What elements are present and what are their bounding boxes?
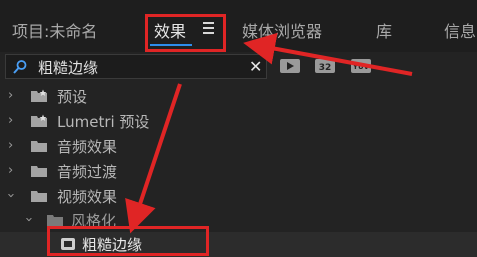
svg-text:32: 32 bbox=[319, 63, 332, 73]
tree-item-label: 风格化 bbox=[71, 212, 117, 230]
tree-item-lumetri-presets[interactable]: › Lumetri 预设 bbox=[0, 109, 477, 134]
folder-icon bbox=[31, 141, 47, 152]
tree-item-label: 音频过渡 bbox=[57, 163, 118, 181]
tree-item-label: 粗糙边缘 bbox=[82, 236, 143, 254]
search-row: 粗糙边缘 ✕ bbox=[0, 52, 477, 82]
folder-icon bbox=[31, 166, 47, 177]
tree-item-video-effects[interactable]: › 视频效果 bbox=[0, 184, 477, 209]
active-tab-indicator bbox=[150, 44, 192, 46]
folder-icon bbox=[47, 215, 63, 226]
clear-search-icon[interactable]: ✕ bbox=[249, 57, 262, 76]
tree-item-label: 视频效果 bbox=[57, 188, 118, 206]
tree-item-audio-effects[interactable]: › 音频效果 bbox=[0, 134, 477, 159]
chevron-right-icon[interactable]: › bbox=[8, 163, 13, 178]
tree-item-audio-transitions[interactable]: › 音频过渡 bbox=[0, 159, 477, 184]
accelerated-effects-icon[interactable] bbox=[279, 57, 301, 75]
tab-info[interactable]: 信息 bbox=[444, 18, 476, 42]
search-icon bbox=[13, 60, 27, 74]
chevron-right-icon[interactable]: › bbox=[8, 88, 13, 103]
tab-effects[interactable]: 效果 bbox=[154, 18, 186, 42]
tree-item-label: 音频效果 bbox=[57, 138, 118, 156]
folder-icon bbox=[31, 191, 47, 202]
panel-tab-bar: 项目:未命名 效果 媒体浏览器 库 信息 bbox=[0, 0, 477, 52]
chevron-right-icon[interactable]: › bbox=[8, 138, 13, 153]
yuv-effects-icon[interactable]: YUV bbox=[350, 57, 372, 75]
search-input[interactable]: 粗糙边缘 bbox=[38, 57, 98, 78]
tab-media-browser[interactable]: 媒体浏览器 bbox=[242, 18, 322, 42]
tree-item-label: 预设 bbox=[57, 88, 88, 106]
preset-folder-icon bbox=[31, 89, 47, 102]
panel-menu-icon[interactable] bbox=[203, 22, 214, 34]
tree-item-presets[interactable]: › 预设 bbox=[0, 84, 477, 109]
chevron-right-icon[interactable]: › bbox=[8, 113, 13, 128]
svg-text:YUV: YUV bbox=[352, 63, 370, 71]
chevron-down-icon[interactable]: › bbox=[21, 217, 36, 222]
effect-icon bbox=[61, 238, 75, 250]
tree-item-stylize[interactable]: › 风格化 bbox=[0, 208, 477, 233]
tree-item-roughen-edges[interactable]: 粗糙边缘 bbox=[0, 232, 477, 257]
tab-libraries[interactable]: 库 bbox=[376, 18, 392, 42]
tree-item-label: Lumetri 预设 bbox=[57, 113, 150, 131]
tab-project[interactable]: 项目:未命名 bbox=[12, 18, 97, 42]
search-field[interactable]: 粗糙边缘 bbox=[5, 54, 267, 79]
preset-folder-icon bbox=[31, 114, 47, 127]
32-bit-effects-icon[interactable]: 32 bbox=[314, 57, 336, 75]
chevron-down-icon[interactable]: › bbox=[3, 193, 18, 198]
